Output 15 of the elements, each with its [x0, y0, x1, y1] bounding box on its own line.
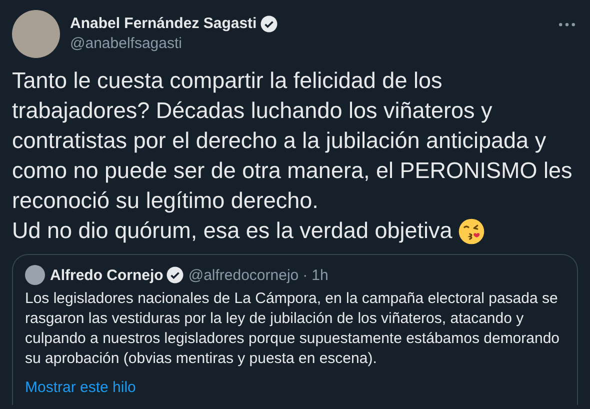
tweet-text: Tanto le cuesta compartir la felicidad de los trabajadores? Décadas luchando los viñateros y contratistas por el derecho a la jubilación anticipada y como no puede ser de otra manera, el PERONISMO les reconoció su legítimo derecho. — [12, 67, 574, 215]
timestamp: 1h — [312, 266, 328, 284]
show-thread-link[interactable]: Mostrar este hilo — [25, 379, 136, 396]
separator: · — [302, 266, 308, 284]
more-icon — [559, 23, 575, 27]
author-name[interactable]: Anabel Fernández Sagasti — [70, 14, 257, 34]
kissing-face-icon — [458, 218, 486, 244]
quoted-tweet-card[interactable] — [12, 254, 578, 405]
quoted-text: Los legisladores nacionales de La Cámpora, en la campaña electoral pasada se rasgaron las vestiduras por la ley de jubilación de los viñateros, atacando y culpando a nuestros legisladores porque supuestamente estábamos demorando su aprobación (obvias mentiras y puesta en escena). — [25, 289, 561, 369]
author-name: Alfredo Cornejo — [50, 266, 164, 284]
avatar — [25, 265, 45, 285]
author-handle: @alfredocornejo — [188, 266, 299, 284]
avatar[interactable] — [12, 10, 60, 58]
tweet-text: Ud no dio quórum, esa es la verdad objetiva — [12, 217, 452, 245]
author-handle[interactable]: @anabelfsagasti — [70, 34, 556, 54]
